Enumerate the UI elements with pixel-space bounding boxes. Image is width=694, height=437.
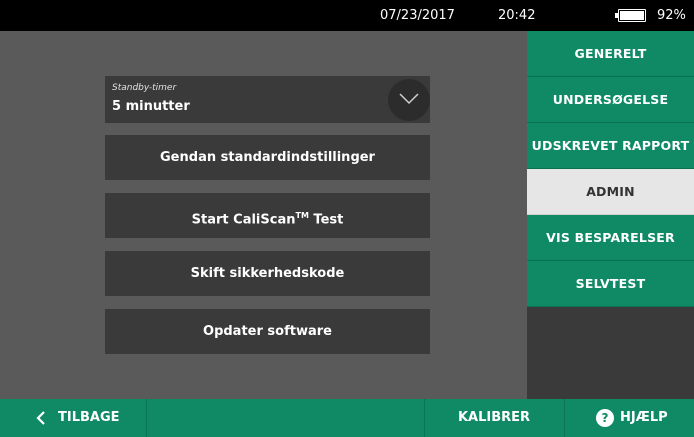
start-caliscan-test-button[interactable]: Start CaliScanTM Test (105, 193, 430, 238)
battery-percent: 92% (657, 8, 686, 23)
caliscan-label: Start CaliScan (191, 212, 296, 228)
status-bar: 07/23/2017 20:42 92% (0, 0, 694, 31)
battery-nub (615, 13, 618, 18)
trademark-mark: TM (295, 211, 309, 220)
caliscan-label-suffix: Test (308, 212, 344, 228)
help-label: HJÆLP (620, 410, 668, 425)
restore-defaults-button[interactable]: Gendan standardindstillinger (105, 135, 430, 180)
bottom-bar: TILBAGE KALIBRER ? HJÆLP (0, 399, 694, 437)
chevron-down-icon (399, 93, 419, 105)
status-time: 20:42 (498, 8, 536, 23)
main-panel: Standby-timer 5 minutter Gendan standard… (0, 31, 527, 399)
change-security-code-button[interactable]: Skift sikkerhedskode (105, 251, 430, 296)
sidebar-item-show-savings[interactable]: VIS BESPARELSER (527, 215, 694, 261)
standby-timer-value: 5 minutter (112, 99, 190, 114)
calibrate-button[interactable]: KALIBRER (424, 399, 564, 437)
question-circle-icon: ? (596, 409, 614, 427)
settings-sidebar: GENERELT UNDERSØGELSE UDSKREVET RAPPORT … (527, 31, 694, 399)
status-date: 07/23/2017 (380, 8, 455, 23)
battery-fill (620, 11, 644, 20)
battery-icon (615, 9, 646, 22)
back-button[interactable]: TILBAGE (0, 399, 146, 437)
divider (146, 399, 147, 437)
back-label: TILBAGE (58, 410, 120, 425)
sidebar-item-general[interactable]: GENERELT (527, 31, 694, 77)
sidebar-item-examination[interactable]: UNDERSØGELSE (527, 77, 694, 123)
dropdown-toggle[interactable] (388, 79, 430, 121)
sidebar-item-self-test[interactable]: SELVTEST (527, 261, 694, 307)
standby-timer-label: Standby-timer (112, 83, 177, 93)
help-button[interactable]: ? HJÆLP (564, 399, 694, 437)
sidebar-item-admin[interactable]: ADMIN (527, 169, 694, 215)
calibrate-label: KALIBRER (457, 410, 531, 425)
standby-timer-dropdown[interactable]: Standby-timer 5 minutter (105, 76, 430, 123)
chevron-left-icon (36, 411, 45, 425)
update-software-button[interactable]: Opdater software (105, 309, 430, 354)
sidebar-item-printed-report[interactable]: UDSKREVET RAPPORT (527, 123, 694, 169)
